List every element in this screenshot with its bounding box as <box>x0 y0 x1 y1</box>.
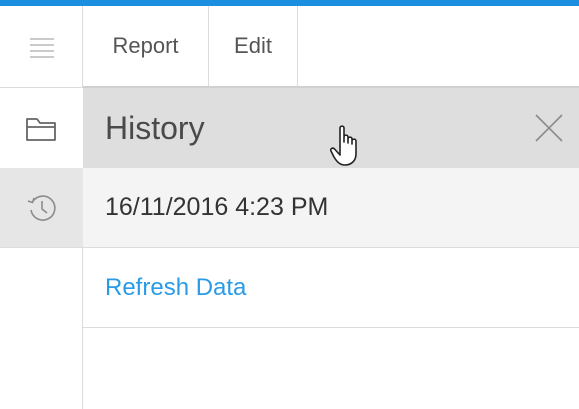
panel-title: History <box>105 109 205 146</box>
history-entry-timestamp: 16/11/2016 4:23 PM <box>105 193 329 221</box>
history-icon <box>27 194 56 221</box>
top-toolbar: Report Edit <box>83 6 579 88</box>
left-rail <box>0 6 83 409</box>
folder-icon <box>25 118 56 141</box>
history-button[interactable] <box>0 168 83 248</box>
hamburger-menu-icon <box>29 37 54 58</box>
close-button[interactable] <box>519 88 579 168</box>
history-entry[interactable]: 16/11/2016 4:23 PM <box>83 168 579 248</box>
history-panel: History 16/11/2016 4:23 PM Refresh Data <box>83 88 579 409</box>
close-icon <box>535 114 563 142</box>
refresh-data-link[interactable]: Refresh Data <box>83 248 579 328</box>
menu-button[interactable] <box>0 6 83 88</box>
tab-edit[interactable]: Edit <box>209 6 298 86</box>
folder-button[interactable] <box>0 88 83 168</box>
tab-report[interactable]: Report <box>83 6 209 86</box>
refresh-data-label: Refresh Data <box>105 273 247 301</box>
app-window: Report Edit History 16/11/2016 4:23 PM R… <box>0 0 579 409</box>
panel-header: History <box>83 88 579 168</box>
